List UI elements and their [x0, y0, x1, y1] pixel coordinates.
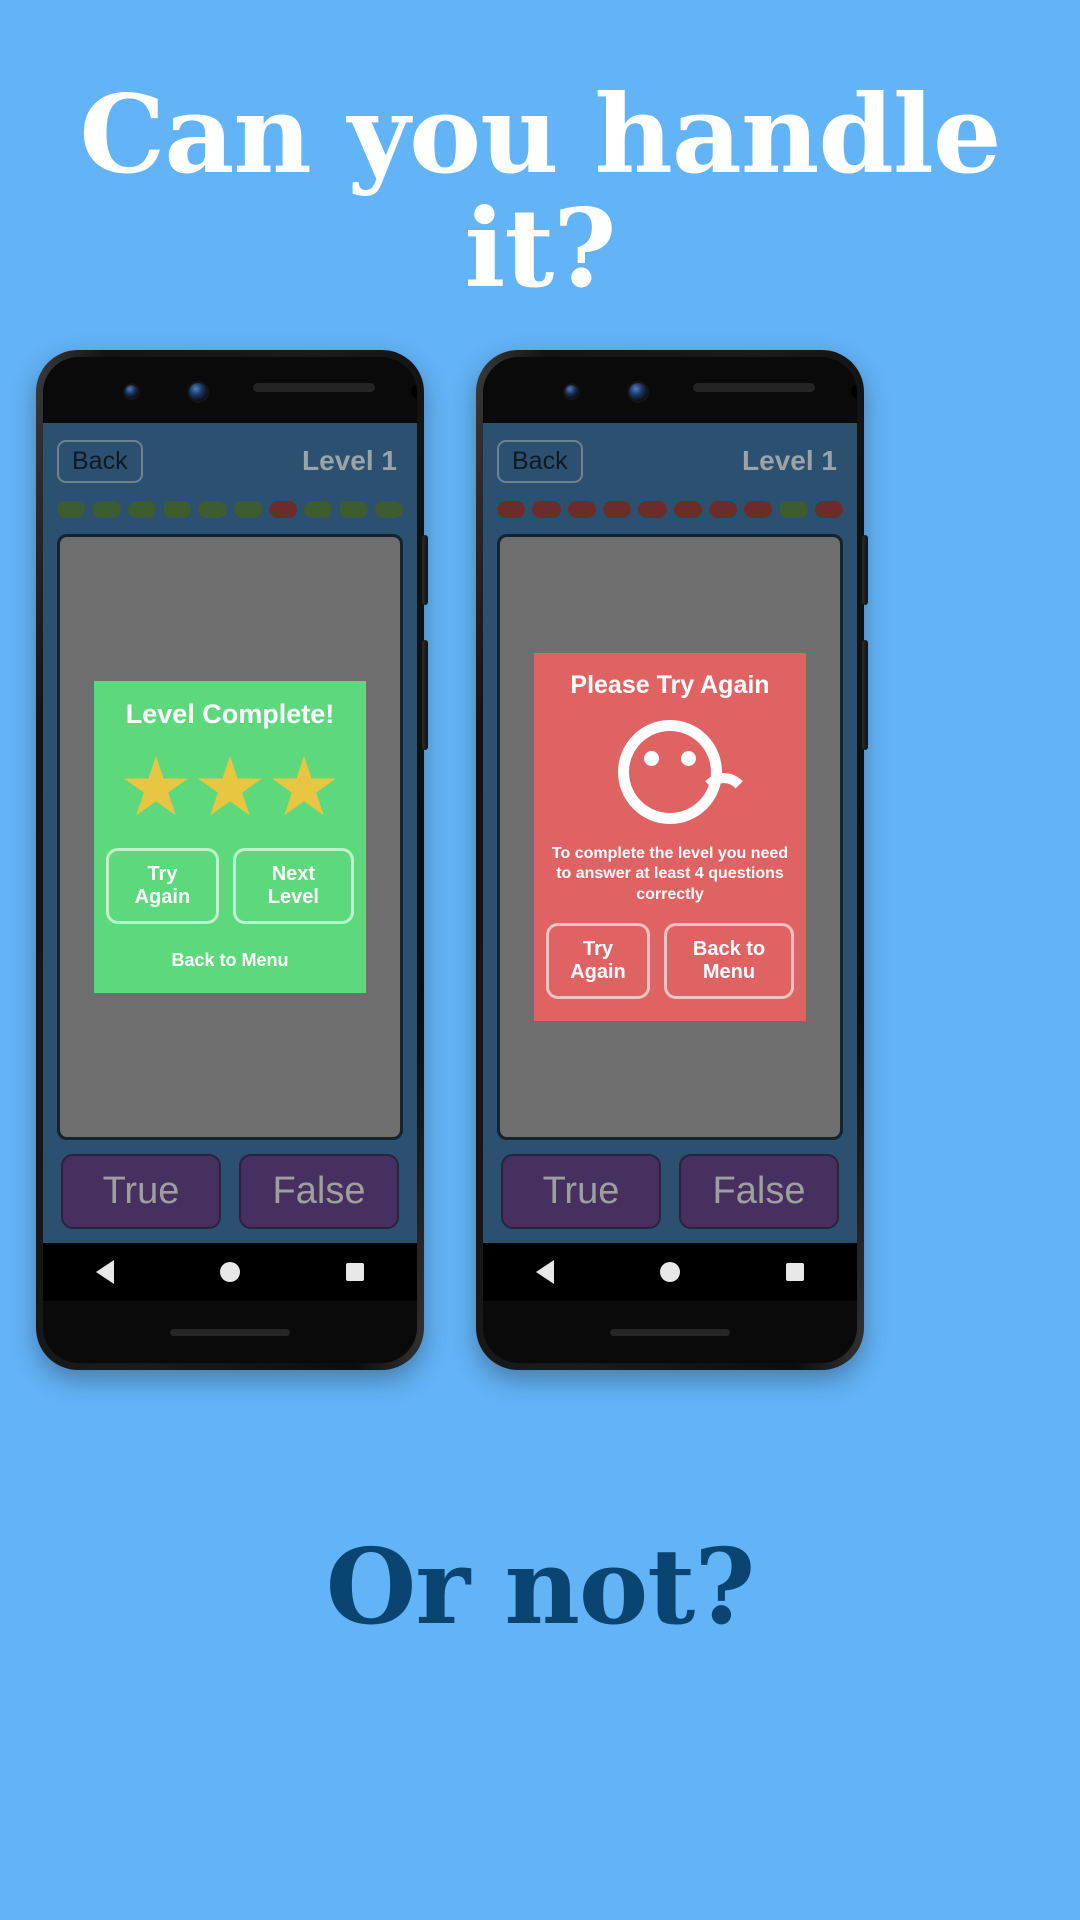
progress-dot — [127, 501, 156, 518]
sad-face-icon — [618, 719, 751, 824]
answer-buttons-right: True False — [497, 1140, 843, 1243]
progress-dots-left — [57, 501, 403, 518]
recents-square-icon[interactable] — [346, 1263, 364, 1281]
sad-face-mouth — [697, 772, 751, 803]
progress-dot — [57, 501, 86, 518]
progress-dot — [304, 501, 333, 518]
progress-dot — [744, 501, 773, 518]
answer-buttons-left: True False — [57, 1140, 403, 1243]
app-topbar-right: Back Level 1 — [497, 437, 843, 485]
android-navbar-left — [43, 1243, 417, 1301]
progress-dot — [339, 501, 368, 518]
front-camera-icon — [125, 385, 138, 398]
recents-square-icon[interactable] — [786, 1263, 804, 1281]
promo-page: Can you handle it? Back Level 1 Level Co… — [0, 0, 1080, 1920]
sad-face-eye-right — [681, 750, 696, 766]
volume-button-right[interactable] — [862, 640, 868, 750]
question-card-left: Level Complete! Try Again Next Level Bac… — [57, 534, 403, 1140]
headline-bottom: Or not? — [325, 1525, 756, 1648]
phone-device-left: Back Level 1 Level Complete! Try Again N… — [36, 350, 428, 1370]
try-again-dialog: Please Try Again To complete the level y… — [534, 652, 806, 1022]
level-title: Level 1 — [742, 445, 837, 476]
volume-button-left[interactable] — [422, 640, 428, 750]
progress-dot — [532, 501, 561, 518]
front-camera-secondary-icon — [629, 383, 647, 401]
progress-dot — [162, 501, 192, 518]
back-to-menu-link[interactable]: Back to Menu — [171, 950, 288, 971]
try-again-button[interactable]: Try Again — [106, 847, 219, 925]
dialog-title: Level Complete! — [125, 698, 335, 729]
proximity-sensor-icon — [851, 384, 857, 399]
progress-dot — [233, 501, 262, 518]
headline-top: Can you handle it? — [79, 72, 1001, 313]
power-button-left[interactable] — [422, 535, 428, 605]
bottom-speaker-icon — [170, 1328, 290, 1336]
back-button[interactable]: Back — [497, 439, 583, 483]
android-navbar-right — [483, 1243, 857, 1301]
phone-bottom-bezel-right — [483, 1301, 857, 1363]
next-level-button[interactable]: Next Level — [232, 847, 354, 925]
question-card-right: Please Try Again To complete the level y… — [497, 534, 843, 1140]
back-triangle-icon[interactable] — [536, 1260, 554, 1284]
false-button[interactable]: False — [679, 1154, 839, 1229]
star-icon — [124, 755, 188, 816]
phone-bottom-bezel-left — [43, 1301, 417, 1363]
level-complete-dialog: Level Complete! Try Again Next Level Bac… — [94, 680, 366, 994]
app-screen-right: Back Level 1 Please Try Again To complet… — [483, 423, 857, 1243]
try-again-button[interactable]: Try Again — [546, 923, 650, 1000]
home-circle-icon[interactable] — [660, 1262, 680, 1282]
progress-dot — [779, 501, 808, 518]
phone-device-right: Back Level 1 Please Try Again To complet… — [476, 350, 868, 1370]
star-rating — [124, 755, 336, 820]
phone-inner-left: Back Level 1 Level Complete! Try Again N… — [43, 357, 417, 1363]
progress-dots-right — [497, 501, 843, 518]
progress-dot — [497, 501, 526, 518]
star-icon — [272, 755, 336, 816]
home-circle-icon[interactable] — [220, 1262, 240, 1282]
star-icon — [198, 755, 262, 816]
level-title: Level 1 — [302, 445, 397, 476]
progress-dot — [814, 501, 843, 518]
progress-dot — [567, 501, 596, 518]
phone-inner-right: Back Level 1 Please Try Again To complet… — [483, 357, 857, 1363]
earpiece-speaker-icon — [253, 383, 375, 392]
dialog-title: Please Try Again — [570, 670, 770, 699]
power-button-right[interactable] — [862, 535, 868, 605]
progress-dot — [268, 501, 298, 518]
proximity-sensor-icon — [411, 384, 417, 399]
app-topbar-left: Back Level 1 — [57, 437, 403, 485]
front-camera-secondary-icon — [189, 383, 207, 401]
phone-top-bezel-right — [483, 357, 857, 423]
true-button[interactable]: True — [501, 1154, 661, 1229]
back-triangle-icon[interactable] — [96, 1260, 114, 1284]
false-button[interactable]: False — [239, 1154, 399, 1229]
progress-dot — [638, 501, 667, 518]
phone-top-bezel-left — [43, 357, 417, 423]
app-screen-left: Back Level 1 Level Complete! Try Again N… — [43, 423, 417, 1243]
bottom-speaker-icon — [610, 1328, 730, 1336]
back-button[interactable]: Back — [57, 439, 143, 483]
progress-dot — [602, 501, 632, 518]
back-to-menu-button[interactable]: Back to Menu — [664, 923, 794, 1000]
progress-dot — [374, 501, 403, 518]
progress-dot — [673, 501, 702, 518]
true-button[interactable]: True — [61, 1154, 221, 1229]
front-camera-icon — [565, 385, 578, 398]
progress-dot — [92, 501, 121, 518]
dialog-body-text: To complete the level you need to answer… — [551, 844, 789, 903]
earpiece-speaker-icon — [693, 383, 815, 392]
progress-dot — [708, 501, 738, 518]
progress-dot — [198, 501, 227, 518]
dialog-buttons: Try Again Next Level — [106, 847, 354, 925]
dialog-buttons: Try Again Back to Menu — [546, 923, 794, 1000]
sad-face-eye-left — [644, 750, 659, 766]
